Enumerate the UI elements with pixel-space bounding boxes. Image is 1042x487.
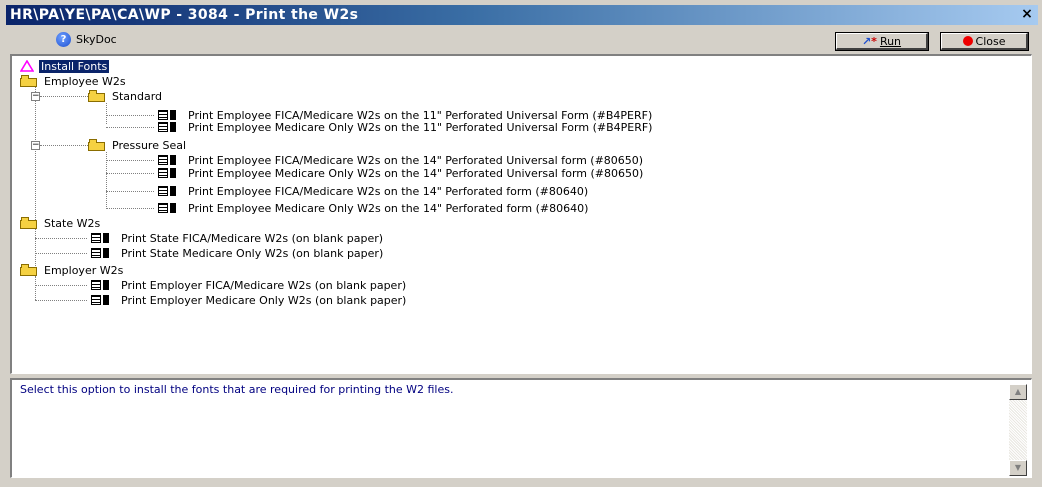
report-tree[interactable]: − − Install Fonts Employee W2s Standard …	[10, 54, 1032, 374]
report-icon	[156, 202, 180, 214]
tree-connector	[35, 300, 87, 301]
folder-icon	[88, 90, 106, 102]
tree-connector	[35, 253, 87, 254]
report-icon	[156, 121, 180, 133]
report-icon	[89, 279, 113, 291]
tree-folder-state-w2s[interactable]: State W2s	[20, 216, 102, 230]
tree-item-report[interactable]: Print Employee FICA/Medicare W2s on the …	[156, 153, 645, 167]
tree-connector	[35, 276, 36, 300]
report-icon	[156, 154, 180, 166]
tree-folder-label: State W2s	[44, 216, 101, 230]
collapse-pressure-seal-icon[interactable]: −	[31, 141, 40, 150]
tree-item-label: Print State Medicare Only W2s (on blank …	[121, 246, 384, 260]
report-icon	[89, 247, 113, 259]
scroll-down-icon[interactable]: ▼	[1009, 460, 1027, 476]
tree-folder-employer-w2s[interactable]: Employer W2s	[20, 263, 125, 277]
toolbar: ? SkyDoc ↗* Run Close	[6, 27, 1038, 53]
tree-item-report[interactable]: Print State Medicare Only W2s (on blank …	[89, 246, 385, 260]
tree-item-label: Print Employee Medicare Only W2s on the …	[188, 120, 653, 134]
stop-icon	[962, 36, 973, 46]
description-scrollbar[interactable]: ▲ ▼	[1009, 384, 1027, 476]
tree-item-label: Print Employee Medicare Only W2s on the …	[188, 166, 644, 180]
tree-connector	[106, 173, 154, 174]
tree-item-label: Print Employee FICA/Medicare W2s on the …	[188, 153, 644, 167]
tree-folder-employee-w2s[interactable]: Employee W2s	[20, 74, 128, 88]
folder-icon	[20, 217, 38, 229]
collapse-standard-icon[interactable]: −	[31, 92, 40, 101]
title-bar[interactable]: HR\PA\YE\PA\CA\WP - 3084 - Print the W2s…	[6, 5, 1038, 25]
run-icon: ↗*	[861, 34, 877, 48]
skydoc-link[interactable]: SkyDoc	[76, 33, 117, 46]
tree-connector	[106, 103, 107, 124]
print-w2s-window: HR\PA\YE\PA\CA\WP - 3084 - Print the W2s…	[0, 0, 1042, 487]
tree-item-label: Print Employee Medicare Only W2s on the …	[188, 201, 589, 215]
run-button-label: Run	[879, 34, 902, 48]
window-title: HR\PA\YE\PA\CA\WP - 3084 - Print the W2s	[10, 7, 359, 23]
tree-item-report[interactable]: Print Employee Medicare Only W2s on the …	[156, 166, 645, 180]
tree-item-label: Print Employer FICA/Medicare W2s (on bla…	[121, 278, 407, 292]
report-icon	[156, 185, 180, 197]
tree-folder-standard[interactable]: Standard	[88, 89, 164, 103]
tree-item-label: Print State FICA/Medicare W2s (on blank …	[121, 231, 384, 245]
tree-folder-label: Pressure Seal	[112, 138, 187, 152]
tree-item-label: Print Employer Medicare Only W2s (on bla…	[121, 293, 407, 307]
report-icon	[89, 294, 113, 306]
folder-icon	[20, 264, 38, 276]
tree-connector	[106, 208, 154, 209]
window-close-icon[interactable]: ×	[1018, 6, 1036, 23]
run-button[interactable]: ↗* Run	[835, 32, 929, 51]
folder-icon	[20, 75, 38, 87]
tree-connector	[106, 191, 154, 192]
description-panel[interactable]: Select this option to install the fonts …	[10, 378, 1032, 478]
help-icon[interactable]: ?	[56, 32, 71, 47]
tree-item-report[interactable]: Print Employer Medicare Only W2s (on bla…	[89, 293, 408, 307]
tree-folder-label: Employee W2s	[44, 74, 126, 88]
tree-item-report[interactable]: Print Employer FICA/Medicare W2s (on bla…	[89, 278, 408, 292]
close-button-label: Close	[975, 34, 1006, 48]
tree-folder-label: Employer W2s	[44, 263, 124, 277]
close-button[interactable]: Close	[940, 32, 1029, 51]
tree-connector	[106, 127, 154, 128]
tree-connector	[35, 238, 87, 239]
tree-folder-label: Standard	[112, 89, 163, 103]
tree-item-label: Print Employee FICA/Medicare W2s on the …	[188, 184, 589, 198]
tree-item-report[interactable]: Print Employee Medicare Only W2s on the …	[156, 201, 590, 215]
report-icon	[89, 232, 113, 244]
warning-triangle-icon	[20, 60, 34, 72]
tree-connector	[106, 160, 154, 161]
folder-icon	[88, 139, 106, 151]
tree-item-report[interactable]: Print State FICA/Medicare W2s (on blank …	[89, 231, 385, 245]
tree-item-install-fonts[interactable]: Install Fonts	[20, 59, 110, 73]
tree-connector	[35, 285, 87, 286]
tree-item-report[interactable]: Print Employee FICA/Medicare W2s on the …	[156, 184, 590, 198]
description-text: Select this option to install the fonts …	[20, 383, 454, 396]
scroll-up-icon[interactable]: ▲	[1009, 384, 1027, 400]
report-icon	[156, 167, 180, 179]
tree-item-report[interactable]: Print Employee Medicare Only W2s on the …	[156, 120, 654, 134]
tree-item-label: Install Fonts	[39, 59, 110, 73]
tree-connector	[106, 115, 154, 116]
tree-folder-pressure-seal[interactable]: Pressure Seal	[88, 138, 188, 152]
